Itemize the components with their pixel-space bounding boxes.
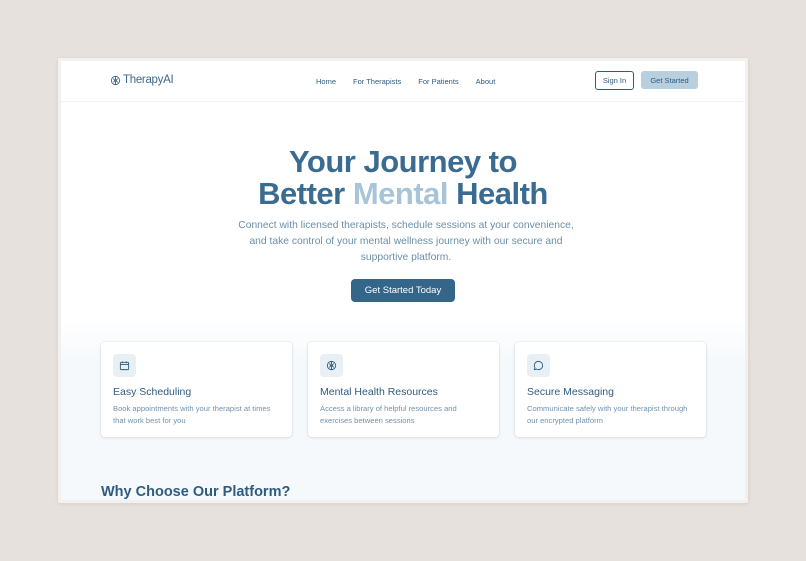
nav-get-started-button[interactable]: Get Started <box>641 71 698 89</box>
sign-in-button[interactable]: Sign In <box>595 71 634 90</box>
hero-title-mental: Mental <box>352 176 449 211</box>
hero-subtitle: Connect with licensed therapists, schedu… <box>238 220 574 263</box>
feature-card-mental-health-resources: Mental Health Resources Access a library… <box>308 342 499 437</box>
landing-page: TherapyAI Home For Therapists For Patien… <box>61 61 745 500</box>
feature-card-easy-scheduling: Easy Scheduling Book appointments with y… <box>101 342 292 437</box>
feature-title: Easy Scheduling <box>113 386 192 398</box>
card-icon-container <box>527 354 550 377</box>
brand-logo[interactable]: TherapyAI <box>110 74 174 86</box>
top-navbar: TherapyAI Home For Therapists For Patien… <box>61 61 745 102</box>
brand-name: TherapyAI <box>123 74 174 86</box>
hero-title-health: Health <box>448 176 548 211</box>
feature-description: Book appointments with your therapist at… <box>113 404 271 425</box>
get-started-today-button[interactable]: Get Started Today <box>351 279 455 302</box>
feature-card-secure-messaging: Secure Messaging Communicate safely with… <box>515 342 706 437</box>
nav-link-for-patients[interactable]: For Patients <box>418 77 458 86</box>
why-choose-title: Why Choose Our Platform? <box>101 484 291 500</box>
hero-title: Your Journey to Better Mental Health <box>61 146 745 210</box>
browser-window: TherapyAI Home For Therapists For Patien… <box>58 58 748 503</box>
brain-icon <box>326 360 337 371</box>
message-icon <box>533 360 544 371</box>
card-icon-container <box>320 354 343 377</box>
feature-title: Mental Health Resources <box>320 386 438 398</box>
feature-description: Access a library of helpful resources an… <box>320 404 457 425</box>
nav-link-for-therapists[interactable]: For Therapists <box>353 77 401 86</box>
nav-links: Home For Therapists For Patients About <box>316 77 495 86</box>
card-icon-container <box>113 354 136 377</box>
hero-title-line-2: Better Mental Health <box>61 178 745 210</box>
hero-title-better: Better <box>258 176 353 211</box>
nav-link-home[interactable]: Home <box>316 77 336 86</box>
feature-description: Communicate safely with your therapist t… <box>527 404 688 425</box>
calendar-icon <box>119 361 130 371</box>
feature-title: Secure Messaging <box>527 386 614 398</box>
brain-logo-icon <box>110 75 121 85</box>
hero-title-line-1: Your Journey to <box>289 144 517 179</box>
nav-link-about[interactable]: About <box>476 77 496 86</box>
